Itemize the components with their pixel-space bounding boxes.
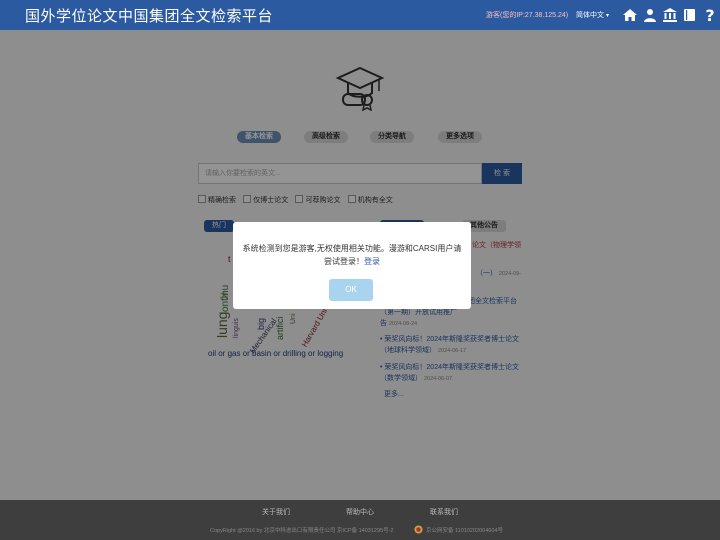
book-icon[interactable] [682, 7, 698, 23]
caret-down-icon: ▾ [606, 13, 610, 19]
footer: 关于我们 帮助中心 联系我们 [0, 500, 720, 540]
guest-alert-dialog: 系统检测到您是游客,无权使用相关功能。漫游和CARSI用户请尝试登录！登录 OK [233, 222, 471, 309]
police-badge-icon [414, 525, 423, 534]
help-icon[interactable]: ? [702, 7, 718, 23]
guest-ip-label: 游客(您的IP:27.38.125.24) [486, 12, 569, 19]
ok-button[interactable]: OK [329, 279, 373, 301]
contact-link[interactable]: 联系我们 [430, 507, 458, 517]
language-label: 简体中文 [576, 12, 604, 19]
institution-icon[interactable] [662, 7, 678, 23]
copyright-text: CopyRight @2016 by 北京中科进出口有限责任公司 京ICP备 1… [210, 528, 394, 534]
site-title[interactable]: 国外学位论文中国集团全文检索平台 [25, 5, 273, 26]
dialog-message: 系统检测到您是游客,无权使用相关功能。漫游和CARSI用户请尝试登录！登录 [241, 242, 463, 268]
dialog-text: 系统检测到您是游客,无权使用相关功能。漫游和CARSI用户请尝试登录！ [242, 244, 462, 266]
login-link[interactable]: 登录 [364, 257, 380, 266]
svg-text:?: ? [705, 7, 714, 23]
about-link[interactable]: 关于我们 [262, 507, 290, 517]
user-icon[interactable] [642, 7, 658, 23]
top-header: 国外学位论文中国集团全文检索平台 游客(您的IP:27.38.125.24) 简… [0, 0, 720, 30]
help-center-link[interactable]: 帮助中心 [346, 507, 374, 517]
language-select[interactable]: 简体中文 ▾ [576, 10, 609, 20]
police-record-text[interactable]: 京公网安备 11010202004604号 [426, 526, 503, 534]
home-icon[interactable] [622, 7, 638, 23]
